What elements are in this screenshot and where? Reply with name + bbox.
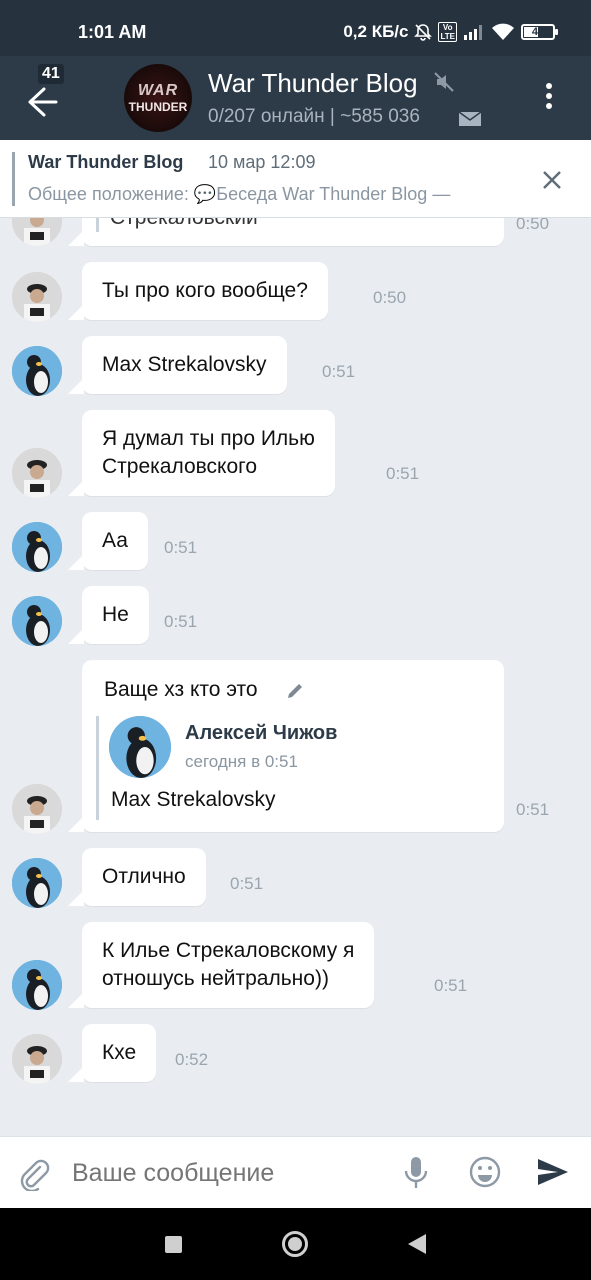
volte-top: Vo: [442, 23, 453, 32]
reply-text: Max Strekalovsky: [111, 788, 276, 811]
microphone-icon[interactable]: [402, 1155, 430, 1191]
unread-badge: 41: [38, 64, 64, 84]
message-time: 0:51: [516, 800, 550, 819]
avatar-penguin[interactable]: [12, 522, 62, 572]
chat-subtitle: 0/207 онлайн | ~585 036: [208, 106, 420, 127]
message-bubble[interactable]: Ваще хз кто это Алексей Чижов сегодня в …: [68, 660, 504, 832]
message-time: 0:50: [373, 288, 407, 307]
mute-bell-icon: [414, 24, 433, 41]
message-text: Ваще хз кто это: [104, 678, 258, 701]
avatar-penguin[interactable]: [12, 596, 62, 646]
message-bubble[interactable]: Аа: [68, 512, 148, 570]
back-arrow-icon[interactable]: [26, 78, 74, 122]
reply-date: сегодня в 0:51: [185, 752, 298, 771]
reply-quote[interactable]: Алексей Чижов сегодня в 0:51 Max Strekal…: [96, 716, 486, 820]
emoji-icon[interactable]: [468, 1155, 502, 1189]
message-text-line: К Илье Стрекаловскому я: [102, 939, 355, 962]
message-time: 0:51: [164, 612, 198, 631]
message-text: Max Strekalovsky: [102, 353, 267, 376]
message-time: 0:52: [175, 1050, 209, 1069]
message-time: 0:51: [322, 362, 356, 381]
pinned-text: Общее положение: 💬Беседа War Thunder Blo…: [28, 184, 451, 204]
message-time: 0:51: [164, 538, 198, 557]
recents-icon[interactable]: [165, 1236, 182, 1253]
message-bubble[interactable]: Отлично: [68, 848, 206, 906]
avatar-penguin[interactable]: [12, 346, 62, 396]
avatar-penguin[interactable]: [12, 960, 62, 1010]
message-text: Не: [102, 603, 129, 626]
message-bubble[interactable]: Я думал ты про Илью Стрекаловского: [68, 410, 335, 496]
message-text: Отлично: [102, 865, 186, 888]
message-text-line: отношусь нейтрально)): [102, 967, 329, 990]
home-icon[interactable]: [282, 1231, 308, 1257]
message-bubble[interactable]: Кхе: [67, 1024, 157, 1082]
battery-icon: 49: [521, 24, 558, 40]
volte-icon: Vo LTE: [438, 22, 457, 42]
pinned-date: 10 мар 12:09: [208, 152, 316, 172]
battery-level: 49: [531, 26, 545, 38]
network-speed: 0,2 КБ/с: [343, 22, 409, 41]
send-icon[interactable]: [536, 1157, 570, 1187]
pinned-message[interactable]: War Thunder Blog 10 мар 12:09 Общее поло…: [0, 140, 591, 218]
volte-bottom: LTE: [440, 32, 455, 41]
group-avatar[interactable]: WAR THUNDER: [124, 64, 192, 132]
mail-icon: [458, 111, 482, 126]
avatar-officer[interactable]: [12, 272, 62, 322]
reply-author: Алексей Чижов: [185, 722, 338, 744]
close-icon[interactable]: [542, 170, 562, 190]
message-text-line: Стрекаловского: [102, 455, 258, 478]
system-nav-bar: [0, 1208, 591, 1280]
chat-header: 41 WAR THUNDER War Thunder Blog 0/207 он…: [0, 56, 591, 140]
message-time: 0:51: [386, 464, 420, 483]
message-text: Кхе: [102, 1041, 137, 1064]
message-input[interactable]: [72, 1159, 372, 1188]
message-text: Стрекаловский: [110, 218, 258, 232]
avatar-officer[interactable]: [12, 218, 62, 246]
message-bubble[interactable]: Не: [68, 586, 149, 644]
pinned-accent-bar: [12, 152, 15, 206]
message-bubble[interactable]: К Илье Стрекаловскому я отношусь нейтрал…: [67, 922, 375, 1008]
paperclip-icon[interactable]: [18, 1157, 50, 1191]
message-bubble[interactable]: Max Strekalovsky: [68, 336, 287, 394]
more-vertical-icon[interactable]: [538, 80, 560, 116]
message-text-line: Я думал ты про Илью: [102, 427, 315, 450]
avatar-officer[interactable]: [12, 448, 62, 498]
signal-icon: [464, 25, 482, 40]
avatar-penguin[interactable]: [12, 858, 62, 908]
avatar-logo-thunder: THUNDER: [128, 100, 188, 114]
avatar-logo-war: WAR: [137, 82, 179, 99]
status-time: 1:01 AM: [78, 22, 147, 42]
status-bar: 1:01 AM 0,2 КБ/с Vo LTE 49: [0, 0, 591, 56]
message-composer: [0, 1136, 591, 1208]
message-list[interactable]: Стрекаловский 0:50 Ты про кого вообще? 0…: [0, 218, 591, 1136]
edited-pencil-icon: [288, 684, 302, 698]
message-text: Аа: [102, 529, 128, 552]
reply-avatar-penguin: [109, 716, 171, 778]
chat-title[interactable]: War Thunder Blog: [208, 68, 418, 99]
message-bubble[interactable]: Стрекаловский: [68, 218, 504, 246]
message-time: 0:51: [230, 874, 264, 893]
quote-bar: [96, 218, 99, 232]
message-time: 0:51: [434, 976, 468, 995]
status-right: 0,2 КБ/с Vo LTE 49: [343, 22, 558, 42]
back-triangle-icon[interactable]: [408, 1234, 426, 1254]
message-text: Ты про кого вообще?: [102, 279, 308, 302]
avatar-officer[interactable]: [12, 1034, 62, 1084]
wifi-icon: [492, 23, 514, 40]
message-bubble[interactable]: Ты про кого вообще?: [68, 262, 328, 320]
avatar-officer[interactable]: [12, 784, 62, 834]
pinned-author: War Thunder Blog: [28, 152, 184, 172]
muted-icon: [434, 72, 454, 92]
message-time: 0:50: [516, 218, 550, 233]
